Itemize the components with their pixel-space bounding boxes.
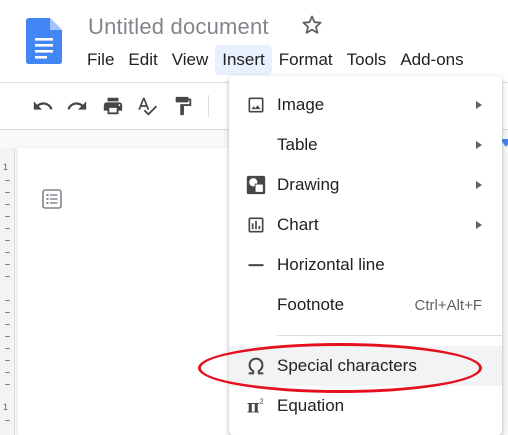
document-title[interactable]: Untitled document [88, 14, 269, 40]
menu-item-label: Table [277, 135, 318, 154]
paint-format-icon [175, 96, 192, 116]
undo-button[interactable] [30, 93, 56, 119]
menu-item-label: Chart [277, 215, 319, 234]
insert-menu-item-horizontal-line[interactable]: Horizontal line [229, 245, 502, 285]
ruler-tick [5, 216, 10, 217]
menu-item-label: Footnote [277, 295, 345, 314]
docs-logo-icon[interactable] [26, 18, 62, 64]
submenu-arrow-icon [476, 141, 482, 149]
redo-button[interactable] [64, 93, 90, 119]
ruler-tick [5, 180, 10, 181]
insert-menu-dropdown: Image Table Drawing Chart Horizontal lin… [229, 76, 502, 435]
menu-item-label: Equation [277, 396, 345, 415]
ruler-tick [5, 372, 10, 373]
drawing-icon [244, 173, 268, 197]
ruler-tick [5, 360, 10, 361]
ruler-tick [5, 312, 10, 313]
submenu-arrow-icon [476, 101, 482, 109]
menu-separator [277, 335, 502, 336]
ruler-tick [5, 204, 10, 205]
omega-icon [244, 354, 268, 378]
insert-menu-item-table[interactable]: Table [229, 125, 502, 165]
ruler-tick [5, 228, 10, 229]
ruler-tick [5, 336, 10, 337]
menu-item-label: Drawing [277, 175, 340, 194]
left-ruler: 1 1 [0, 148, 15, 435]
menu-item-shortcut: Ctrl+Alt+F [414, 296, 482, 314]
menubar: File Edit View Insert Format Tools Add-o… [80, 44, 471, 76]
ruler-tick [5, 264, 10, 265]
toolbar-divider [208, 95, 209, 117]
ruler-tick [5, 420, 10, 421]
ruler-tick [5, 276, 10, 277]
menu-item-label: Image [277, 95, 325, 114]
insert-menu-item-special-characters[interactable]: Special characters [229, 346, 502, 386]
menu-edit[interactable]: Edit [121, 45, 164, 75]
ruler-tick [5, 240, 10, 241]
menu-tools[interactable]: Tools [340, 45, 394, 75]
horizontal-line-icon [244, 253, 268, 277]
ruler-tick [5, 252, 10, 253]
ruler-tick [5, 384, 10, 385]
pi-icon: π 2 [244, 394, 268, 418]
chart-icon [244, 213, 268, 237]
header: Untitled document File Edit View Insert … [0, 0, 508, 83]
ruler-tick [5, 324, 10, 325]
insert-menu-item-drawing[interactable]: Drawing [229, 165, 502, 205]
redo-icon [67, 101, 87, 110]
google-docs-window: Untitled document File Edit View Insert … [0, 0, 508, 435]
spellcheck-button[interactable] [134, 93, 160, 119]
ruler-number: 1 [3, 162, 9, 172]
menu-file[interactable]: File [80, 45, 121, 75]
paint-format-button[interactable] [170, 93, 196, 119]
insert-menu-item-chart[interactable]: Chart [229, 205, 502, 245]
menu-view[interactable]: View [165, 45, 216, 75]
print-icon [103, 97, 123, 115]
insert-menu-item-image[interactable]: Image [229, 85, 502, 125]
star-icon[interactable] [300, 13, 324, 37]
menu-item-label: Horizontal line [277, 255, 385, 274]
svg-text:π: π [247, 397, 260, 417]
menu-format[interactable]: Format [272, 45, 340, 75]
image-icon [244, 93, 268, 117]
svg-text:2: 2 [259, 396, 264, 405]
undo-icon [33, 101, 53, 110]
menu-addons[interactable]: Add-ons [393, 45, 470, 75]
print-button[interactable] [100, 93, 126, 119]
submenu-arrow-icon [476, 181, 482, 189]
ruler-tick [5, 300, 10, 301]
insert-menu-item-footnote[interactable]: Footnote Ctrl+Alt+F [229, 285, 502, 325]
document-outline-icon[interactable] [40, 187, 64, 211]
ruler-tick [5, 348, 10, 349]
submenu-arrow-icon [476, 221, 482, 229]
menu-insert[interactable]: Insert [215, 45, 272, 75]
menu-item-label: Special characters [277, 356, 417, 375]
spellcheck-icon [138, 97, 158, 116]
ruler-tick [5, 192, 10, 193]
insert-menu-item-equation[interactable]: π 2 Equation [229, 386, 502, 426]
ruler-number: 1 [3, 402, 9, 412]
